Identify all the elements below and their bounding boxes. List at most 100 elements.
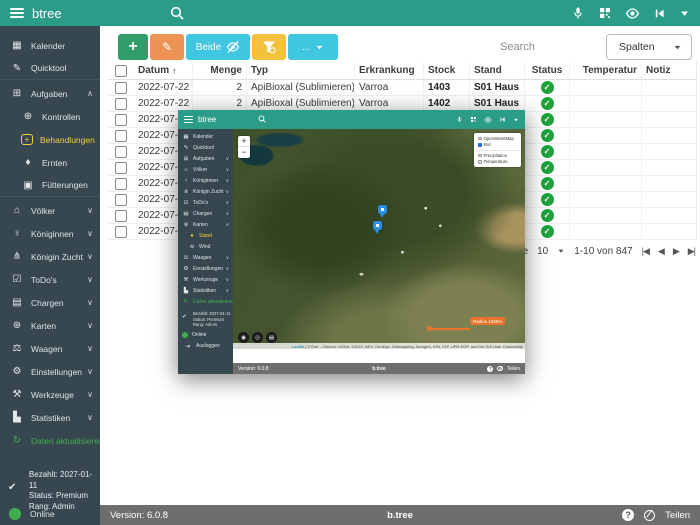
radio-icon[interactable] — [478, 160, 482, 164]
zoom-in-button[interactable]: + — [238, 136, 250, 147]
target-icon[interactable]: ◎ — [252, 332, 263, 343]
sidebar-item-k-niginnen[interactable]: ♀Königinnen∨ — [0, 222, 100, 245]
col-stand[interactable]: Stand — [470, 62, 525, 79]
connection-icon[interactable] — [497, 366, 503, 372]
col-datum[interactable]: Datum↑ — [134, 62, 193, 79]
sidebar-item-aufgaben[interactable]: ⊞Aufgaben∨ — [178, 153, 233, 164]
sidebar-item-daten-aktualisieren[interactable]: ↻Daten aktualisieren — [178, 296, 233, 307]
columns-dropdown[interactable]: Spalten — [606, 34, 692, 60]
sidebar-item-werkzeuge[interactable]: ⚒Werkzeuge∨ — [0, 383, 100, 406]
caret-down-icon[interactable] — [557, 247, 565, 255]
sidebar-item-v-lker[interactable]: ⌂Völker∨ — [178, 164, 233, 175]
radio-icon[interactable] — [478, 154, 482, 158]
map-marker[interactable] — [373, 221, 382, 230]
row-checkbox[interactable] — [115, 210, 127, 222]
printer-icon[interactable]: ▤ — [266, 332, 277, 343]
connection-icon[interactable] — [644, 510, 655, 521]
hamburger-menu-icon[interactable] — [10, 8, 24, 18]
row-checkbox[interactable] — [115, 114, 127, 126]
leaflet-link[interactable]: Leaflet — [292, 344, 304, 349]
add-button[interactable]: + — [118, 34, 148, 60]
sidebar-item-todo-s[interactable]: ☑ToDo's∨ — [178, 197, 233, 208]
map-marker[interactable] — [378, 205, 387, 214]
col-notiz[interactable]: Notiz — [642, 62, 697, 79]
sidebar-item-aufgaben[interactable]: ⊞Aufgaben∧ — [0, 82, 100, 105]
help-icon[interactable]: ? — [487, 366, 493, 372]
search-icon[interactable] — [258, 115, 266, 123]
filter-button[interactable] — [252, 34, 286, 60]
sidebar-item-statistiken[interactable]: ▙Statistiken∨ — [178, 285, 233, 296]
sidebar-item-k-niginnen[interactable]: ♀Königinnen∨ — [178, 175, 233, 186]
both-toggle-button[interactable]: Beide — [186, 34, 250, 60]
row-checkbox[interactable] — [115, 98, 127, 110]
hamburger-menu-icon[interactable] — [184, 116, 193, 123]
radio-icon[interactable] — [478, 137, 482, 141]
microphone-icon[interactable] — [456, 116, 463, 123]
skip-back-icon[interactable] — [499, 116, 506, 123]
col-stock[interactable]: Stock — [424, 62, 470, 79]
radio-icon[interactable] — [478, 143, 482, 147]
map-preview-window[interactable]: btree ▦Kalender✎Quicktool⊞Aufgaben∨⌂Völk… — [178, 110, 525, 374]
select-all-checkbox[interactable] — [115, 65, 127, 77]
eye-icon[interactable] — [484, 116, 492, 124]
layer-option-esri[interactable]: Esri — [476, 142, 519, 149]
previous-page-icon[interactable]: ◀ — [658, 246, 664, 257]
marker-icon[interactable]: ◉ — [238, 332, 249, 343]
sidebar-item-chargen[interactable]: ▤Chargen∨ — [178, 208, 233, 219]
sidebar-item-chargen[interactable]: ▤Chargen∨ — [0, 291, 100, 314]
search-icon[interactable] — [170, 6, 184, 20]
sidebar-item-quicktool[interactable]: ✎Quicktool — [178, 142, 233, 153]
logout-item[interactable]: ⇥ Ausloggen — [182, 343, 233, 350]
row-checkbox[interactable] — [115, 130, 127, 142]
apps-icon[interactable] — [598, 6, 612, 20]
sidebar-item-stand[interactable]: ●Stand — [178, 230, 233, 241]
col-typ[interactable]: Typ — [247, 62, 355, 79]
sidebar-item-statistiken[interactable]: ▙Statistiken∨ — [0, 406, 100, 429]
sidebar-item-wind[interactable]: ≋Wind — [178, 241, 233, 252]
share-label[interactable]: Teilen — [507, 366, 520, 372]
radius-slider[interactable] — [430, 328, 470, 330]
row-checkbox[interactable] — [115, 178, 127, 190]
more-actions-button[interactable]: ... — [288, 34, 338, 60]
sidebar-item-k-nigin-zucht[interactable]: ⋔Königin Zucht∨ — [178, 186, 233, 197]
table-row[interactable]: 2022-07-222ApiBioxal (Sublimieren)Varroa… — [108, 80, 697, 96]
edit-button[interactable]: ✎ — [150, 34, 184, 60]
col-status[interactable]: Status — [525, 62, 570, 79]
microphone-icon[interactable] — [571, 6, 585, 20]
first-page-icon[interactable]: |◀ — [642, 246, 649, 257]
sidebar-item-f-tterungen[interactable]: ▣Fütterungen — [0, 174, 100, 197]
col-erkrankung[interactable]: Erkrankung — [355, 62, 424, 79]
sidebar-item-kalender[interactable]: ▦Kalender — [178, 131, 233, 142]
caret-down-icon[interactable] — [679, 8, 690, 19]
sidebar-item-kontrollen[interactable]: ⊕Kontrollen — [0, 105, 100, 128]
layer-option-temperature[interactable]: Temperature — [476, 159, 519, 166]
sidebar-item-daten-aktualisieren[interactable]: ↻Daten aktualisieren — [0, 429, 100, 452]
col-temperatur[interactable]: Temperatur — [570, 62, 642, 79]
row-checkbox[interactable] — [115, 82, 127, 94]
sidebar-item-k-nigin-zucht[interactable]: ⋔Königin Zucht∨ — [0, 245, 100, 268]
eye-icon[interactable] — [625, 6, 640, 21]
help-icon[interactable]: ? — [622, 509, 634, 521]
sidebar-item-todo-s[interactable]: ☑ToDo's∨ — [0, 268, 100, 291]
sidebar-item-einstellungen[interactable]: ⚙Einstellungen∨ — [178, 263, 233, 274]
sidebar-item-ernten[interactable]: ♦Ernten — [0, 151, 100, 174]
last-page-icon[interactable]: ▶| — [688, 246, 695, 257]
satellite-map[interactable]: + − OpenStreetMapEsri PrecipitationTempe… — [233, 129, 525, 349]
next-page-icon[interactable]: ▶ — [673, 246, 679, 257]
sidebar-item-waagen[interactable]: ⚖Waagen∨ — [0, 337, 100, 360]
sidebar-item-kalender[interactable]: ▦Kalender — [0, 34, 100, 57]
apps-icon[interactable] — [470, 116, 477, 123]
zoom-out-button[interactable]: − — [238, 147, 250, 158]
col-menge[interactable]: Menge — [193, 62, 247, 79]
share-label[interactable]: Teilen — [665, 510, 690, 521]
sidebar-item-behandlungen[interactable]: +Behandlungen — [0, 128, 100, 151]
caret-down-icon[interactable] — [513, 117, 519, 123]
row-checkbox[interactable] — [115, 194, 127, 206]
sidebar-item-quicktool[interactable]: ✎Quicktool — [0, 57, 100, 80]
row-checkbox[interactable] — [115, 162, 127, 174]
sidebar-item-waagen[interactable]: ⚖Waagen∨ — [178, 252, 233, 263]
sidebar-item-karten[interactable]: ⊛Karten∨ — [0, 314, 100, 337]
sidebar-item-v-lker[interactable]: ⌂Völker∨ — [0, 199, 100, 222]
row-checkbox[interactable] — [115, 146, 127, 158]
sidebar-item-werkzeuge[interactable]: ⚒Werkzeuge∨ — [178, 274, 233, 285]
